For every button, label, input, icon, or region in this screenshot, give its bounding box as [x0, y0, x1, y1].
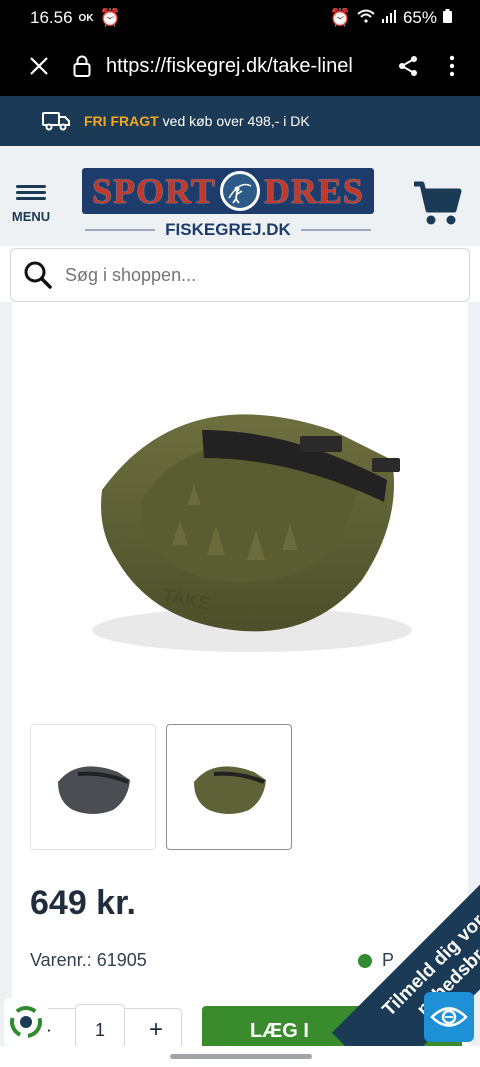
alarm-status-icon: ⏰ [329, 8, 351, 27]
share-icon [399, 56, 417, 76]
recycle-widget[interactable] [4, 998, 48, 1046]
close-icon [30, 57, 48, 75]
search-input[interactable] [65, 264, 469, 286]
product-price: 649 kr. [30, 884, 136, 922]
search-icon [24, 261, 52, 289]
share-button[interactable] [386, 55, 430, 77]
lock-icon[interactable] [64, 55, 100, 77]
menu-button[interactable]: MENU [8, 182, 54, 224]
menu-label: MENU [11, 209, 51, 224]
thumbnail-strip [30, 724, 292, 850]
cart-button[interactable] [412, 180, 462, 233]
battery-icon [443, 8, 452, 28]
site-header: MENU SPORT DRES FISKEGREJ.DK [0, 146, 480, 246]
product-main-image[interactable]: TAKE [32, 330, 452, 700]
hamburger-icon [16, 182, 46, 203]
search-box[interactable] [10, 248, 470, 302]
sku-label: Varenr.: [30, 950, 92, 970]
logo-text-right: DRES [263, 171, 364, 211]
shipping-banner: FRI FRAGT ved køb over 498,- i DK [0, 96, 480, 146]
free-shipping-highlight: FRI FRAGT [84, 113, 159, 129]
shopping-cart-icon [414, 181, 462, 225]
ok-badge: OK [78, 12, 94, 24]
angler-emblem-icon [219, 171, 260, 211]
logo-text-left: SPORT [92, 171, 216, 211]
eye-icon [430, 1007, 468, 1027]
home-gesture-handle[interactable] [170, 1054, 312, 1059]
thumbnail-grey[interactable] [30, 724, 156, 850]
sku-value: 61905 [96, 950, 147, 970]
more-vertical-icon [449, 55, 455, 77]
wifi-icon [357, 8, 375, 28]
status-bar: 16.56 OK ⏰ ⏰ 65% [0, 0, 480, 36]
browser-toolbar: https://fiskegrej.dk/take-linel [0, 36, 480, 96]
site-logo[interactable]: SPORT DRES FISKEGREJ.DK [82, 168, 374, 242]
thumbnail-olive[interactable] [166, 724, 292, 850]
system-nav-bar [0, 1046, 480, 1067]
recycle-icon [10, 1006, 42, 1038]
clock: 16.56 [30, 8, 73, 27]
accessibility-button[interactable] [424, 992, 474, 1042]
signal-icon [381, 8, 397, 28]
truck-icon [42, 111, 70, 131]
quantity-increase-button[interactable]: + [149, 1016, 163, 1044]
product-sku: Varenr.: 61905 [30, 950, 147, 971]
alarm-icon: ⏰ [99, 8, 121, 27]
more-menu-button[interactable] [430, 55, 474, 77]
battery-level: 65% [402, 8, 437, 27]
free-shipping-text: ved køb over 498,- i DK [162, 113, 310, 129]
close-tab-button[interactable] [14, 56, 64, 76]
logo-subtitle: FISKEGREJ.DK [165, 220, 291, 239]
url-field[interactable]: https://fiskegrej.dk/take-linel [106, 55, 386, 78]
